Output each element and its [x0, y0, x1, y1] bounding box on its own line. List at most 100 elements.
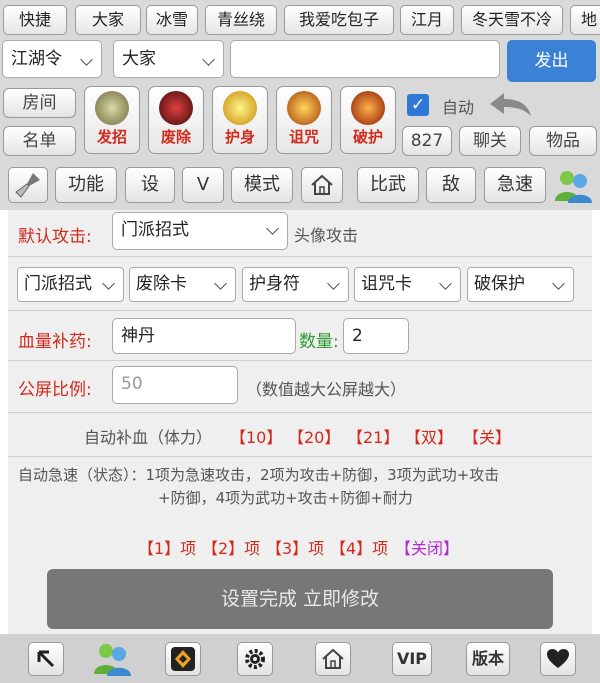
- auto-checkbox[interactable]: ✓: [407, 94, 429, 116]
- friends-icon[interactable]: [553, 167, 593, 205]
- target-select-value: 大家: [122, 49, 156, 69]
- select-value: 诅咒卡: [361, 274, 412, 294]
- skill-label: 发招: [96, 128, 127, 146]
- chevron-down-icon: [327, 277, 340, 290]
- default-attack-select[interactable]: 门派招式: [112, 212, 288, 250]
- auto-heal-label: 自动补血（体力）: [84, 428, 213, 447]
- send-button[interactable]: 发出: [507, 40, 596, 82]
- version-button[interactable]: 版本: [466, 642, 510, 676]
- auto-heal-option-20[interactable]: 【20】: [288, 424, 340, 448]
- function-bar: 功能 设 V 模式 比武 敌 急速: [0, 160, 600, 210]
- haste-option-4[interactable]: 【4】项: [330, 535, 388, 559]
- broom-button[interactable]: [8, 167, 48, 203]
- auto-heal-option-10[interactable]: 【10】: [230, 424, 282, 448]
- back-arrow-icon[interactable]: [486, 90, 534, 118]
- vip-button[interactable]: VIP: [392, 642, 432, 676]
- chevron-down-icon: [439, 277, 452, 290]
- tab-woaichibaozi[interactable]: 我爱吃包子: [284, 5, 394, 35]
- hp-potion-input[interactable]: 神丹: [112, 318, 296, 354]
- divider: [8, 456, 592, 457]
- favorite-button[interactable]: [540, 642, 576, 676]
- break-protect-skill-icon: [351, 91, 385, 125]
- tab-jiangyue[interactable]: 江月: [400, 5, 454, 35]
- amulet-select[interactable]: 护身符: [242, 267, 349, 302]
- skill-break-protect-button[interactable]: 破护: [340, 86, 396, 154]
- home-button[interactable]: [301, 167, 343, 203]
- function-button[interactable]: 功能: [55, 167, 117, 203]
- auto-haste-description-cont: +防御，4项为武功+攻击+防御+耐力: [158, 489, 413, 507]
- broom-icon: [15, 173, 40, 198]
- haste-option-close[interactable]: 【关闭】: [395, 535, 459, 559]
- skill-curse-button[interactable]: 诅咒: [276, 86, 332, 154]
- divider: [8, 256, 592, 257]
- enemy-button[interactable]: 敌: [426, 167, 476, 203]
- confirm-settings-button[interactable]: 设置完成 立即修改: [47, 569, 553, 629]
- chat-close-button[interactable]: 聊关: [459, 126, 521, 156]
- select-value: 门派招式: [24, 274, 92, 294]
- public-ratio-label: 公屏比例:: [18, 380, 92, 400]
- tab-shortcut[interactable]: 快捷: [3, 5, 67, 35]
- chevron-down-icon: [102, 277, 115, 290]
- auto-heal-option-double[interactable]: 【双】: [405, 424, 453, 448]
- public-ratio-input[interactable]: 50: [112, 366, 238, 404]
- default-attack-value: 门派招式: [121, 220, 189, 240]
- friends-icon[interactable]: [92, 640, 132, 678]
- mode-button[interactable]: 模式: [231, 167, 293, 203]
- settings-gear-button[interactable]: [237, 642, 273, 676]
- swap-button[interactable]: [165, 642, 201, 676]
- auto-label: 自动: [442, 98, 475, 117]
- break-protect-select[interactable]: 破保护: [467, 267, 574, 302]
- room-button[interactable]: 房间: [3, 88, 76, 118]
- abolish-skill-icon: [159, 91, 193, 125]
- auto-heal-option-off[interactable]: 【关】: [463, 424, 511, 448]
- curse-skill-icon: [287, 91, 321, 125]
- v-button[interactable]: V: [182, 167, 224, 203]
- items-button[interactable]: 物品: [529, 126, 597, 156]
- chevron-down-icon: [552, 277, 565, 290]
- default-attack-label: 默认攻击:: [18, 227, 92, 247]
- channel-select[interactable]: 江湖令: [2, 40, 102, 78]
- message-input[interactable]: [230, 40, 500, 78]
- tab-qingsirao[interactable]: 青丝绕: [205, 5, 277, 35]
- divider: [8, 412, 592, 413]
- cursor-button[interactable]: [28, 642, 64, 676]
- skill-protect-button[interactable]: 护身: [212, 86, 268, 154]
- list-button[interactable]: 名单: [3, 126, 76, 156]
- auto-heal-option-21[interactable]: 【21】: [347, 424, 399, 448]
- skill-label: 破护: [352, 128, 383, 146]
- avatar-attack-label: 头像攻击: [294, 226, 359, 245]
- attack-skill-icon: [95, 91, 129, 125]
- haste-option-1[interactable]: 【1】项: [138, 535, 196, 559]
- haste-option-3[interactable]: 【3】项: [266, 535, 324, 559]
- quantity-input[interactable]: 2: [343, 318, 409, 354]
- select-value: 护身符: [249, 274, 300, 294]
- tab-everyone[interactable]: 大家: [75, 5, 141, 35]
- tab-overflow[interactable]: 地: [570, 5, 600, 35]
- haste-option-2[interactable]: 【2】项: [202, 535, 260, 559]
- skill-label: 护身: [224, 128, 255, 146]
- skill-abolish-button[interactable]: 废除: [148, 86, 204, 154]
- divider: [8, 360, 592, 361]
- settings-panel: 默认攻击: 门派招式 头像攻击 门派招式 废除卡 护身符 诅咒卡 破保护 血量补…: [8, 210, 592, 634]
- curse-card-select[interactable]: 诅咒卡: [354, 267, 461, 302]
- target-select[interactable]: 大家: [113, 40, 224, 78]
- abolish-card-select[interactable]: 废除卡: [129, 267, 236, 302]
- tab-bingxue[interactable]: 冰雪: [146, 5, 198, 35]
- quantity-label: 数量:: [299, 332, 339, 352]
- tab-dongtianxuebuleng[interactable]: 冬天雪不冷: [461, 5, 563, 35]
- select-value: 废除卡: [136, 274, 187, 294]
- skill-attack-button[interactable]: 发招: [84, 86, 140, 154]
- sect-move-select[interactable]: 门派招式: [17, 267, 124, 302]
- public-ratio-hint: （数值越大公屏越大）: [246, 380, 407, 399]
- heart-icon: [547, 649, 569, 668]
- duel-button[interactable]: 比武: [357, 167, 419, 203]
- home-button[interactable]: [315, 642, 351, 676]
- skill-label: 诅咒: [288, 128, 319, 146]
- home-icon: [311, 174, 333, 195]
- protect-skill-icon: [223, 91, 257, 125]
- count-badge[interactable]: 827: [402, 126, 452, 156]
- chevron-down-icon: [214, 277, 227, 290]
- gear-icon: [245, 649, 265, 669]
- haste-button[interactable]: 急速: [484, 167, 546, 203]
- settings-button[interactable]: 设: [125, 167, 175, 203]
